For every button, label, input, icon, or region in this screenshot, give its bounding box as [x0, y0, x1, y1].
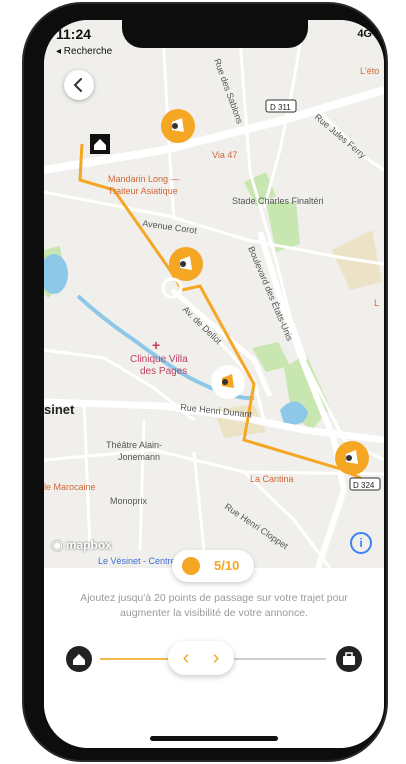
chevron-left-icon — [73, 78, 82, 92]
previous-waypoint-button[interactable]: ‹ — [174, 646, 198, 670]
label-mandarin: Mandarin Long — — [108, 174, 180, 184]
megaphone-icon — [182, 557, 200, 575]
home-icon — [66, 646, 92, 672]
label-marocaine: le Marocaine — [44, 482, 96, 492]
label-clinique-1: Clinique Villa — [130, 354, 188, 365]
status-network: 4G — [357, 28, 372, 40]
label-la-cantina: La Cantina — [250, 474, 294, 484]
label-clinique-cross: + — [152, 337, 160, 353]
next-waypoint-button[interactable]: › — [204, 646, 228, 670]
label-theatre-1: Théâtre Alain- — [106, 440, 162, 450]
home-indicator[interactable] — [150, 736, 278, 741]
status-back-link[interactable]: ◂ Recherche — [56, 46, 112, 57]
device-notch — [122, 20, 308, 48]
d311-label: D 311 — [270, 103, 291, 112]
label-sinet: sinet — [44, 402, 75, 417]
waypoint-counter: 5/10 — [172, 550, 254, 582]
waypoint-pin[interactable] — [335, 441, 369, 475]
helper-text: Ajoutez jusqu'à 20 points de passage sur… — [80, 592, 348, 619]
label-theatre-2: Jonemann — [118, 452, 160, 462]
waypoint-pin-selected[interactable] — [211, 365, 245, 399]
info-button[interactable]: i — [350, 532, 372, 554]
waypoint-stepper: ‹ › — [168, 641, 234, 675]
label-l-eto: L'éto — [360, 66, 379, 76]
label-clinique-2: des Pages — [140, 366, 187, 377]
status-time: 11:24 — [56, 26, 92, 42]
label-monoprix: Monoprix — [110, 496, 148, 506]
briefcase-icon — [336, 646, 362, 672]
mapbox-text: mapbox — [65, 538, 112, 552]
waypoint-pin[interactable] — [161, 109, 195, 143]
map-view[interactable]: Rue des Sablons Rue Jules Ferry Avenue C… — [44, 20, 384, 568]
counter-value: 5/10 — [214, 558, 240, 573]
label-traiteur: Traiteur Asiatique — [108, 186, 178, 196]
label-via47: Via 47 — [212, 150, 237, 160]
back-button[interactable] — [64, 70, 94, 100]
app-screen: Rue des Sablons Rue Jules Ferry Avenue C… — [44, 20, 384, 748]
waypoint-pin[interactable] — [169, 247, 203, 281]
label-le-vesinet: Le Vésinet - Centre — [98, 556, 176, 566]
d324-label: D 324 — [353, 481, 375, 490]
label-stade: Stade Charles Finaltéri — [232, 196, 324, 206]
mapbox-logo: ◉ mapbox — [52, 538, 112, 552]
mapbox-icon: ◉ — [52, 538, 66, 552]
label-l-right: L — [374, 298, 379, 308]
